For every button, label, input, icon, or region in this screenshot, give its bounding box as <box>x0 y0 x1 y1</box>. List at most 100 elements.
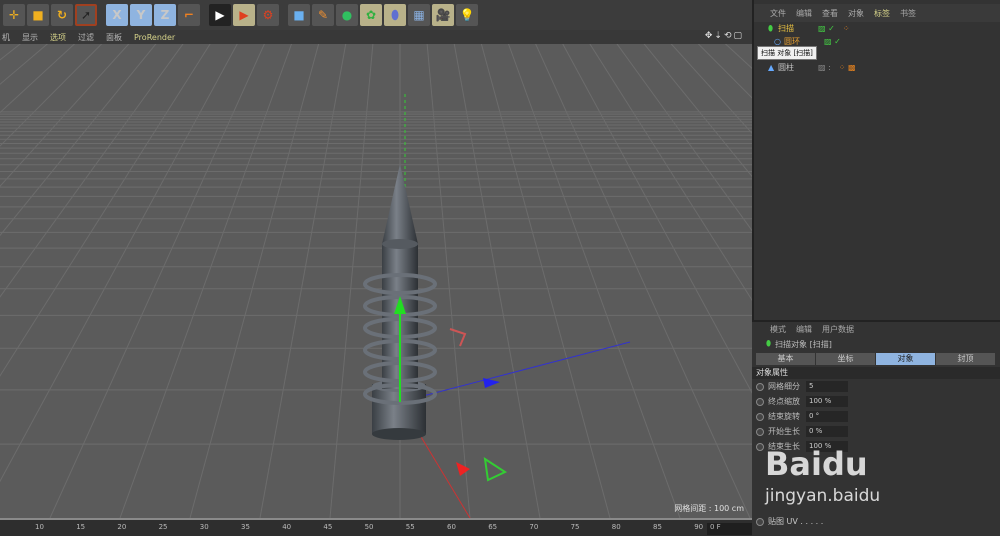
z-axis-icon[interactable]: Z <box>154 4 176 26</box>
render-picture-icon[interactable]: ▶ <box>233 4 255 26</box>
light-icon[interactable]: 💡 <box>456 4 478 26</box>
camera-icon[interactable]: 🎥 <box>432 4 454 26</box>
subdivision-icon[interactable]: ● <box>336 4 358 26</box>
menu-edit[interactable]: 编辑 <box>796 324 812 335</box>
viewport-menu-options[interactable]: 选项 <box>50 32 66 43</box>
tab-object[interactable]: 对象 <box>876 353 936 365</box>
pen-icon[interactable]: ✎ <box>312 4 334 26</box>
plane-handle-icon[interactable] <box>483 456 508 482</box>
grid-spacing-label: 网格间距 : 100 cm <box>674 504 744 513</box>
timeline-tick: 35 <box>241 523 250 531</box>
scale-icon[interactable]: ■ <box>27 4 49 26</box>
visibility-check-icon[interactable]: ▨ ✓ <box>824 37 841 46</box>
tag-icon[interactable]: ⁘ ▩ <box>839 63 856 72</box>
x-axis-icon[interactable]: X <box>106 4 128 26</box>
timeline-tick: 15 <box>76 523 86 531</box>
timeline-tick: 55 <box>405 523 415 531</box>
viewport-menu-filter[interactable]: 过滤 <box>78 32 94 43</box>
timeline-tick: 50 <box>364 523 374 531</box>
viewport-menu-prorender[interactable]: ProRender <box>134 33 175 42</box>
watermark-logo: Baidu <box>765 445 868 483</box>
timeline-tick: 30 <box>199 523 209 531</box>
object-manager-menu: 文件 编辑 查看 对象 标签 书签 <box>754 4 1000 22</box>
prop-row: 开始生长 0 % <box>752 424 1000 439</box>
move-icon[interactable]: ✛ <box>3 4 25 26</box>
y-axis-icon[interactable]: Y <box>130 4 152 26</box>
timeline-tick: 10 <box>35 523 44 531</box>
render-settings-icon[interactable]: ⚙ <box>257 4 279 26</box>
timeline-tick: 70 <box>529 523 539 531</box>
animate-radio[interactable] <box>756 397 764 406</box>
timeline-tick: 45 <box>323 523 333 531</box>
3d-viewport[interactable]: 网格间距 : 100 cm <box>0 44 752 518</box>
tooltip: 扫描 对象 [扫描] <box>757 46 817 60</box>
prop-value-field[interactable]: 0 % <box>806 426 848 437</box>
visibility-check-icon[interactable]: ▨ ✓ <box>818 24 835 33</box>
sweep-icon: ⬮ <box>768 23 774 33</box>
timeline-tick: 65 <box>488 523 498 531</box>
section-header: 对象属性 <box>752 367 1000 379</box>
menu-edit[interactable]: 编辑 <box>796 8 812 19</box>
prop-value-field[interactable]: 100 % <box>806 396 848 407</box>
timeline-tick: 85 <box>653 523 662 531</box>
sweep-object[interactable] <box>0 44 752 518</box>
rotate-icon[interactable]: ↻ <box>51 4 73 26</box>
viewport-menu-display[interactable]: 显示 <box>22 32 38 43</box>
viewport-menu: 机 显示 选项 过滤 面板 ProRender ✥⇣⟲▢ <box>0 30 752 44</box>
sweep-icon: ⬮ <box>766 339 772 348</box>
current-frame-field[interactable]: 0 F <box>707 523 752 535</box>
menu-object[interactable]: 对象 <box>848 8 864 19</box>
animate-radio[interactable] <box>756 382 764 391</box>
menu-tags[interactable]: 标签 <box>874 8 890 19</box>
object-row-sweep[interactable]: ⬮ 扫描 ▨ ✓ ⁘ <box>754 22 1000 35</box>
animate-radio[interactable] <box>756 442 764 451</box>
menu-mode[interactable]: 模式 <box>770 324 786 335</box>
menu-view[interactable]: 查看 <box>822 8 838 19</box>
main-toolbar: ✛ ■ ↻ ➚ X Y Z ⌐ ▶ ▶ ⚙ ■ ✎ ● ✿ ⬮ ▦ 🎥 💡 <box>0 0 752 30</box>
tab-basic[interactable]: 基本 <box>756 353 816 365</box>
attribute-tabs: 基本 坐标 对象 封顶 <box>756 353 996 365</box>
render-view-icon[interactable]: ▶ <box>209 4 231 26</box>
timeline-tick: 40 <box>282 523 292 531</box>
animate-radio[interactable] <box>756 412 764 421</box>
timeline-ruler[interactable]: 10 15 20 25 30 35 40 45 50 55 60 65 70 75 80 85 90 0 F <box>0 518 752 536</box>
cube-icon[interactable]: ■ <box>288 4 310 26</box>
menu-user-data[interactable]: 用户数据 <box>822 324 854 335</box>
floor-icon[interactable]: ▦ <box>408 4 430 26</box>
prop-row: 终点缩放 100 % <box>752 394 1000 409</box>
z-arrow-icon[interactable] <box>483 378 500 388</box>
prop-value-field[interactable]: 0 ° <box>806 411 848 422</box>
animate-radio[interactable] <box>756 517 764 526</box>
menu-file[interactable]: 文件 <box>770 8 786 19</box>
tab-coord[interactable]: 坐标 <box>816 353 876 365</box>
viewport-menu-panel[interactable]: 面板 <box>106 32 122 43</box>
prop-value-field[interactable]: 5 <box>806 381 848 392</box>
cloner-icon[interactable]: ✿ <box>360 4 382 26</box>
visibility-icon[interactable]: ▨ : <box>818 63 831 72</box>
cylinder-icon: ▲ <box>768 63 775 72</box>
menu-bookmarks[interactable]: 书签 <box>900 8 916 19</box>
timeline-tick: 60 <box>447 523 456 531</box>
watermark-url: jingyan.baidu <box>765 486 881 506</box>
timeline-tick: 75 <box>570 523 580 531</box>
attribute-menu: 模式 编辑 用户数据 <box>752 322 1000 337</box>
coord-system-icon[interactable]: ⌐ <box>178 4 200 26</box>
prop-row: 结束旋转 0 ° <box>752 409 1000 424</box>
cone-tip <box>382 164 418 244</box>
timeline-tick: 20 <box>117 523 127 531</box>
object-row-cylinder[interactable]: ▲ 圆柱 ▨ : ⁘ ▩ <box>754 61 1000 74</box>
attribute-title: ⬮ 扫描对象 [扫描] <box>766 339 832 349</box>
x-arrow-icon[interactable] <box>456 462 470 476</box>
circle-icon: ○ <box>774 37 781 46</box>
tab-caps[interactable]: 封顶 <box>936 353 996 365</box>
animate-radio[interactable] <box>756 427 764 436</box>
select-icon[interactable]: ➚ <box>75 4 97 26</box>
deformer-icon[interactable]: ⬮ <box>384 4 406 26</box>
viewport-menu-camera[interactable]: 机 <box>2 32 10 43</box>
tag-icon[interactable]: ⁘ <box>843 24 850 33</box>
timeline-tick: 90 <box>694 523 704 531</box>
viewport-nav-icons[interactable]: ✥⇣⟲▢ <box>705 31 744 41</box>
timeline-tick: 80 <box>611 523 621 531</box>
timeline-tick: 25 <box>158 523 168 531</box>
prop-row: 贴图 UV . . . . . <box>752 514 1000 529</box>
